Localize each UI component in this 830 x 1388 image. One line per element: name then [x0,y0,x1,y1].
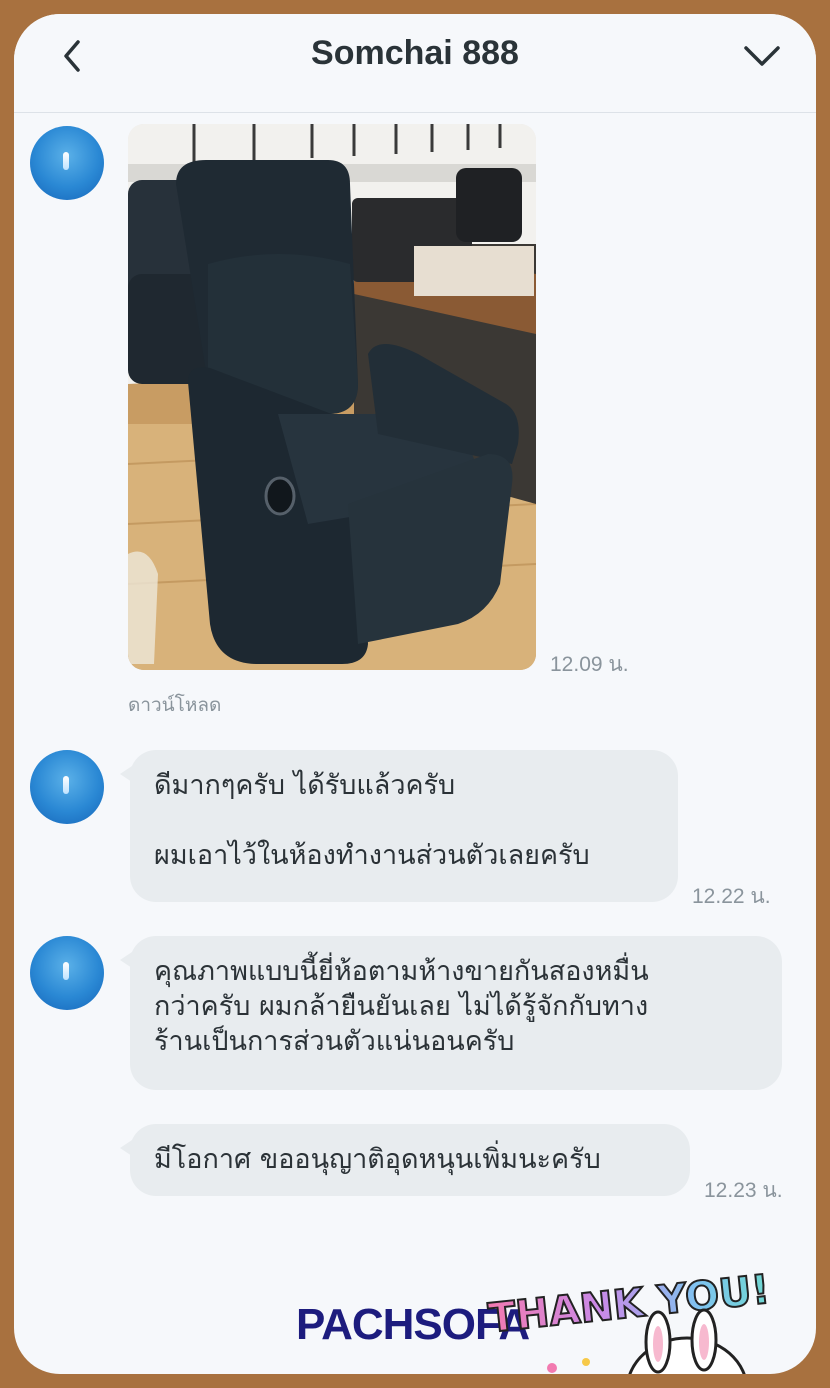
message-line: ดีมากๆครับ ได้รับแล้วครับ [154,770,456,801]
chat-screen: Somchai 888 12.09 น. ดาวน์โหลด ดีมากๆครั… [14,14,816,1374]
message-line [154,803,654,838]
message-time: 12.23 น. [704,1179,783,1202]
message-time: 12.09 น. [550,653,629,676]
thank-you-sticker[interactable]: THANK YOU! [482,1264,816,1374]
sticker-text: THANK YOU! [486,1267,772,1342]
sender-avatar[interactable] [30,126,104,200]
message-line: มีโอกาศ ขออนุญาติอุดหนุนเพิ่มนะครับ [154,1144,601,1175]
recliner-chair-photo [128,124,536,670]
chat-photo[interactable] [128,124,536,670]
bubble-tail [120,952,132,968]
chat-header: Somchai 888 [14,14,816,113]
bubble-tail [120,766,132,782]
chat-title: Somchai 888 [311,34,519,72]
download-link[interactable]: ดาวน์โหลด [128,690,221,720]
message-line: ผมเอาไว้ในห้องทำงานส่วนตัวเลยครับ [154,840,590,871]
message-line: ร้านเป็นการส่วนตัวแน่นอนครับ [154,1026,515,1057]
sender-avatar[interactable] [30,750,104,824]
message-bubble[interactable]: คุณภาพแบบนี้ยี่ห้อตามห้างขายกันสองหมื่น … [120,936,782,1090]
sender-avatar[interactable] [30,936,104,1010]
message-line: กว่าครับ ผมกล้ายืนยันเลย ไม่ได้รู้จักกับ… [154,991,649,1022]
bubble-tail [120,1140,132,1156]
message-line: คุณภาพแบบนี้ยี่ห้อตามห้างขายกันสองหมื่น [154,956,649,987]
message-time: 12.22 น. [692,885,771,908]
chevron-down-icon[interactable] [742,38,782,74]
message-bubble[interactable]: มีโอกาศ ขออนุญาติอุดหนุนเพิ่มนะครับ [120,1124,690,1196]
message-bubble[interactable]: ดีมากๆครับ ได้รับแล้วครับ ผมเอาไว้ในห้อง… [120,750,678,902]
